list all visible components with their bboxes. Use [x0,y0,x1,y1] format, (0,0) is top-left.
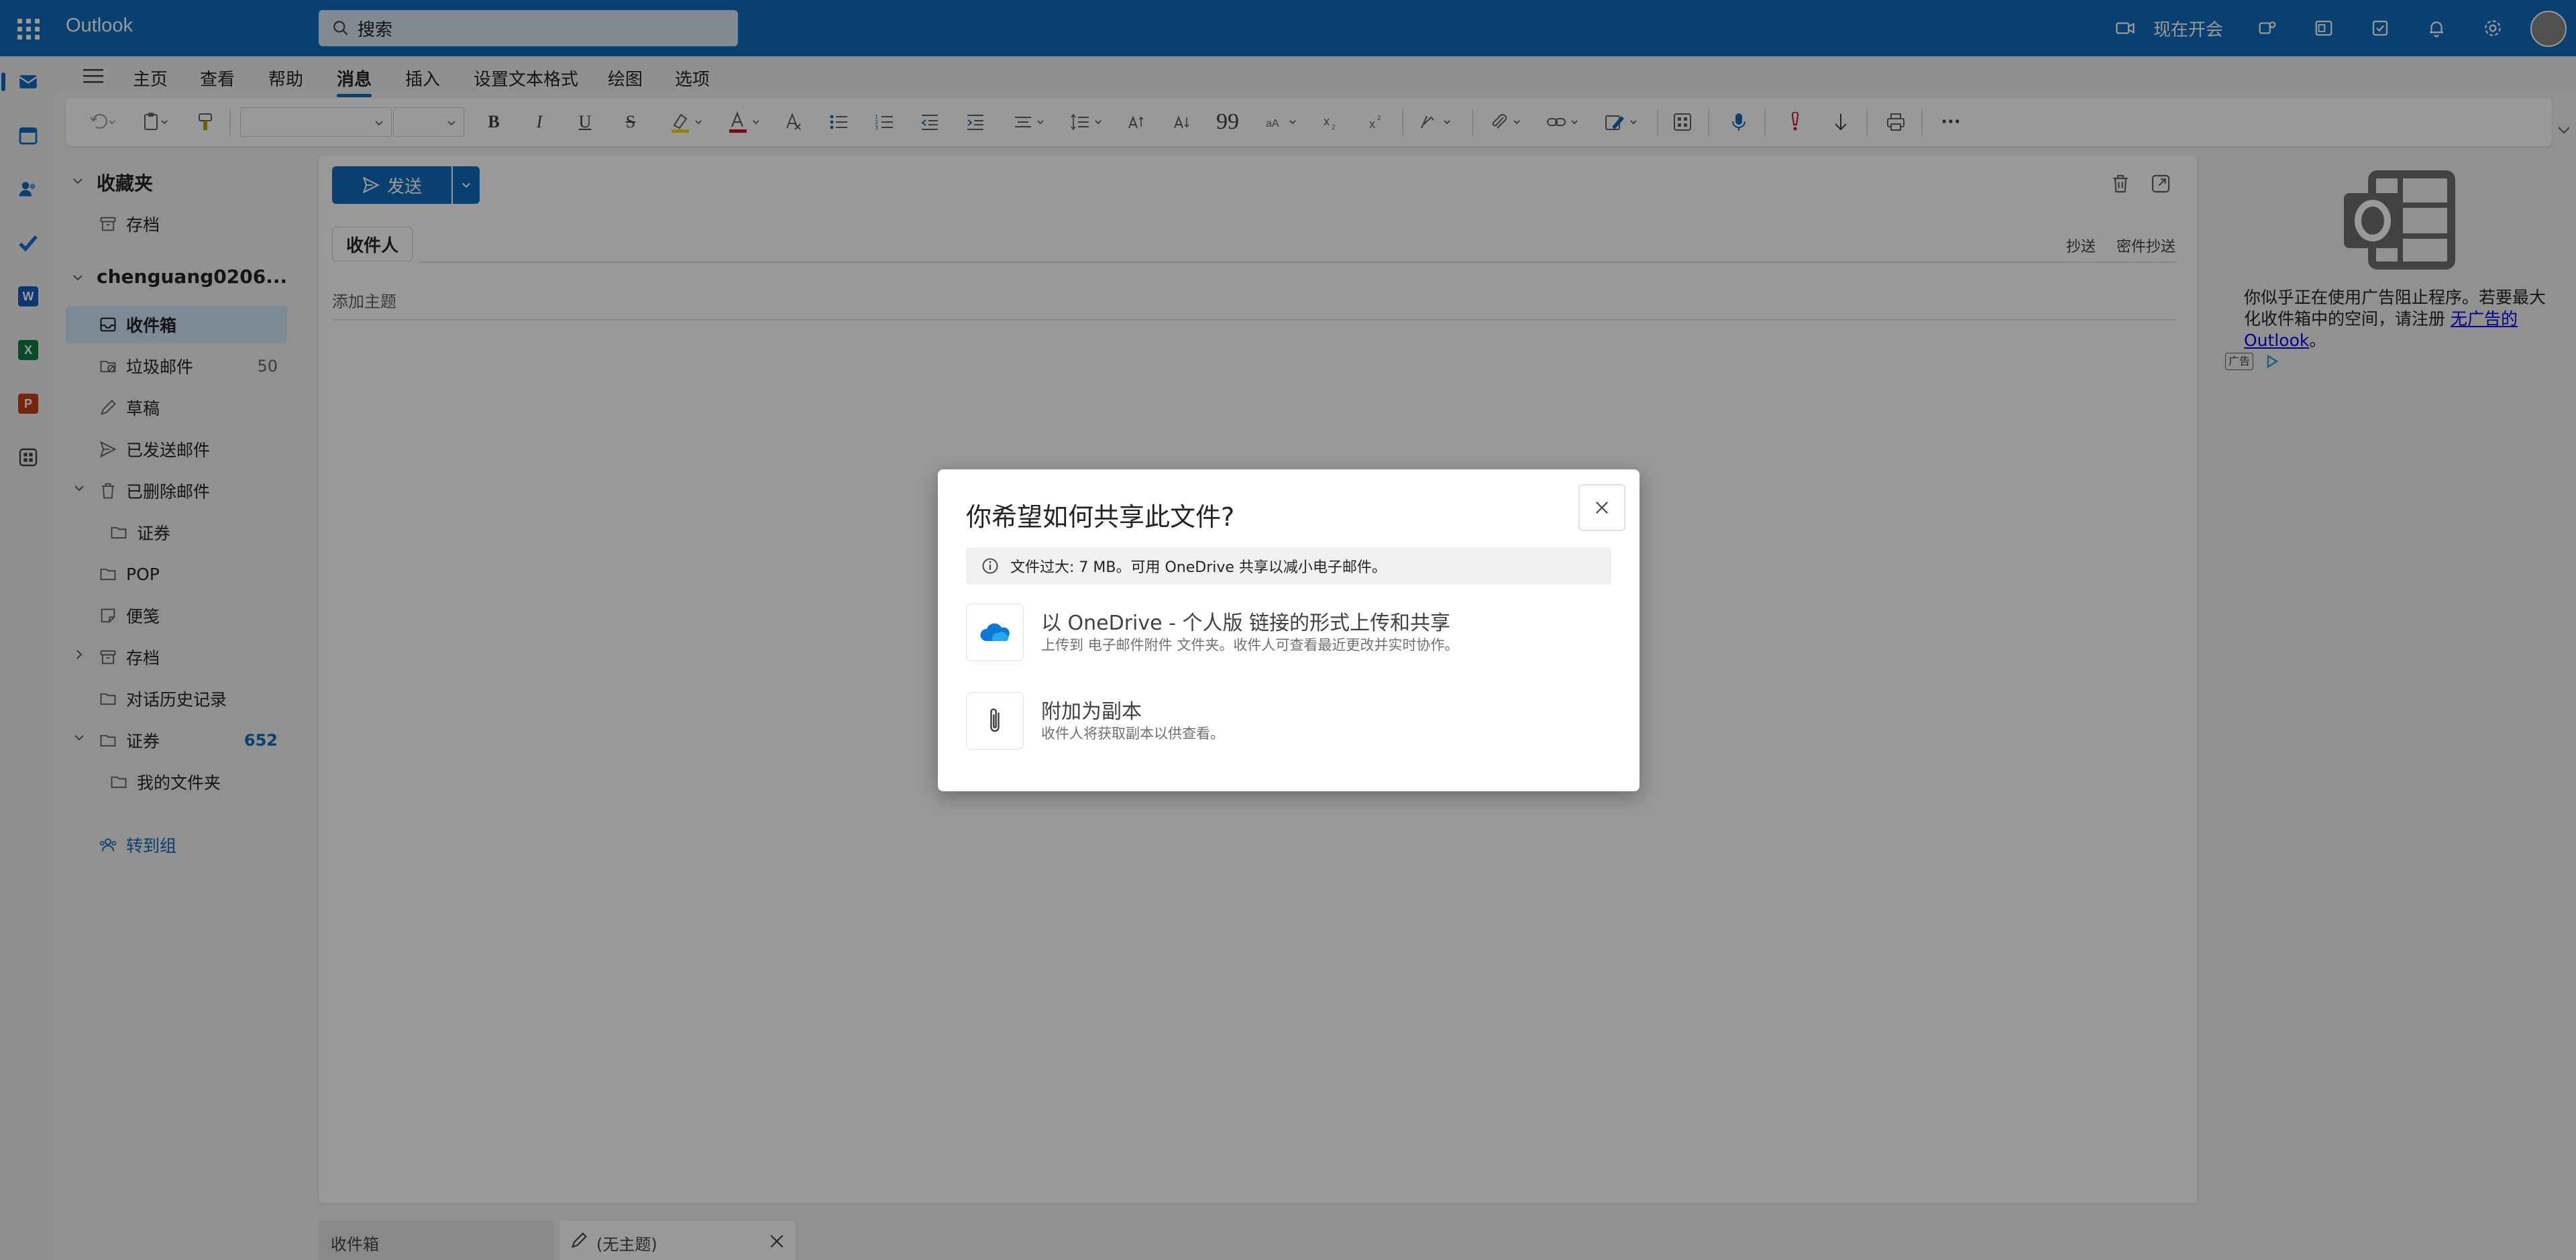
option-title: 附加为副本 [1041,700,1142,724]
share-file-dialog: 你希望如何共享此文件? 文件过大: 7 MB。可用 OneDrive 共享以减小… [938,469,1640,791]
dialog-title: 你希望如何共享此文件? [966,502,1235,532]
option-title: 以 OneDrive - 个人版 链接的形式上传和共享 [1041,612,1451,635]
onedrive-icon [966,604,1024,661]
upload-onedrive-option[interactable]: 以 OneDrive - 个人版 链接的形式上传和共享 上传到 电子邮件附件 文… [966,604,1597,664]
attach-copy-option[interactable]: 附加为副本 收件人将获取副本以供查看。 [966,692,1597,752]
info-icon [982,558,998,574]
close-icon [1596,502,1608,514]
option-description: 收件人将获取副本以供查看。 [1041,726,1224,742]
close-button[interactable] [1578,484,1625,531]
paperclip-icon [966,692,1024,750]
info-bar: 文件过大: 7 MB。可用 OneDrive 共享以减小电子邮件。 [966,547,1611,585]
option-description: 上传到 电子邮件附件 文件夹。收件人可查看最近更改并实时协作。 [1041,637,1459,653]
